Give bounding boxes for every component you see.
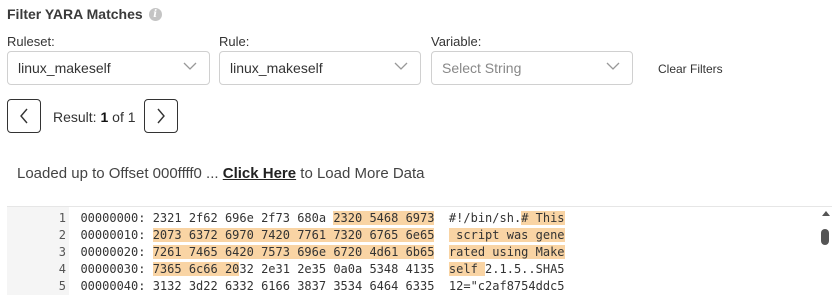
match-highlight: 7261 7465 6420 7573 696e 6720 4d61 6b65 bbox=[152, 245, 435, 259]
hexdump-viewer[interactable]: 1 00000000: 2321 2f62 696e 2f73 680a 232… bbox=[7, 206, 832, 295]
hexdump-line: 5 00000040: 3132 3d22 6332 6166 3837 353… bbox=[7, 278, 565, 295]
load-status: Loaded up to Offset 000ffff0 ... Click H… bbox=[17, 165, 425, 182]
hex-text: 00000010: bbox=[80, 228, 153, 242]
scroll-up-icon[interactable] bbox=[822, 211, 830, 216]
hex-text: 00000020: bbox=[80, 245, 153, 259]
hexdump-line: 1 00000000: 2321 2f62 696e 2f73 680a 232… bbox=[7, 210, 565, 227]
variable-label: Variable: bbox=[431, 34, 482, 49]
match-highlight: 2073 6372 6970 7420 7761 7320 6765 6e65 bbox=[152, 228, 435, 242]
line-number: 5 bbox=[58, 279, 66, 293]
line-number: 2 bbox=[58, 228, 66, 242]
hex-text: 00000030: bbox=[80, 262, 153, 276]
hex-text: 32 2e31 2e35 0a0a 5348 4135 bbox=[239, 262, 449, 276]
ruleset-select[interactable]: linux_makeself bbox=[7, 51, 210, 85]
info-icon[interactable]: i bbox=[148, 7, 162, 21]
hex-text: #!/bin/sh. bbox=[434, 211, 522, 225]
result-total: of 1 bbox=[112, 109, 136, 125]
load-status-prefix: Loaded up to Offset 000ffff0 ... bbox=[17, 165, 223, 182]
hexdump-line: 2 00000010: 2073 6372 6970 7420 7761 732… bbox=[7, 227, 565, 244]
chevron-left-icon bbox=[20, 108, 28, 124]
ruleset-value: linux_makeself bbox=[18, 60, 111, 76]
chevron-right-icon bbox=[157, 108, 165, 124]
line-number: 1 bbox=[58, 211, 66, 225]
match-highlight: rated using Make bbox=[448, 245, 565, 259]
chevron-down-icon bbox=[183, 62, 197, 70]
line-number: 3 bbox=[58, 245, 66, 259]
ruleset-label: Ruleset: bbox=[7, 34, 55, 49]
chevron-down-icon bbox=[394, 62, 408, 70]
load-status-suffix: to Load More Data bbox=[296, 165, 425, 182]
page-title: Filter YARA Matches bbox=[7, 6, 143, 22]
rule-select[interactable]: linux_makeself bbox=[219, 51, 421, 85]
match-highlight: 2320 5468 6973 bbox=[333, 211, 435, 225]
hex-text: 00000000: 2321 2f62 696e 2f73 680a bbox=[80, 211, 334, 225]
hexdump-line: 3 00000020: 7261 7465 6420 7573 696e 672… bbox=[7, 244, 565, 261]
result-current: 1 bbox=[100, 109, 109, 125]
hex-text bbox=[434, 245, 448, 259]
filter-header: Filter YARA Matches i bbox=[7, 6, 162, 22]
next-result-button[interactable] bbox=[144, 99, 178, 133]
load-more-link[interactable]: Click Here bbox=[223, 165, 296, 182]
rule-label: Rule: bbox=[219, 34, 250, 49]
scroll-thumb[interactable] bbox=[821, 229, 829, 245]
clear-filters-button[interactable]: Clear Filters bbox=[658, 62, 723, 76]
prev-result-button[interactable] bbox=[7, 99, 41, 133]
vertical-scrollbar[interactable] bbox=[820, 207, 830, 295]
hex-text bbox=[434, 228, 448, 242]
rule-value: linux_makeself bbox=[230, 60, 323, 76]
match-highlight: script was gene bbox=[448, 228, 565, 242]
hex-text: 00000040: 3132 3d22 6332 6166 3837 3534 … bbox=[80, 279, 565, 293]
result-prefix: Result: bbox=[53, 109, 97, 125]
result-counter: Result: 1 of 1 bbox=[53, 109, 136, 125]
match-highlight: 7365 6c66 20 bbox=[152, 262, 240, 276]
chevron-down-icon bbox=[606, 62, 620, 70]
variable-placeholder: Select String bbox=[442, 60, 522, 76]
hexdump-line: 4 00000030: 7365 6c66 2032 2e31 2e35 0a0… bbox=[7, 261, 565, 278]
variable-select[interactable]: Select String bbox=[431, 51, 633, 85]
line-number: 4 bbox=[58, 262, 66, 276]
match-highlight: # This bbox=[521, 211, 565, 225]
match-highlight: self bbox=[448, 262, 486, 276]
hex-text: 2.1.5..SHA5 bbox=[485, 262, 565, 276]
